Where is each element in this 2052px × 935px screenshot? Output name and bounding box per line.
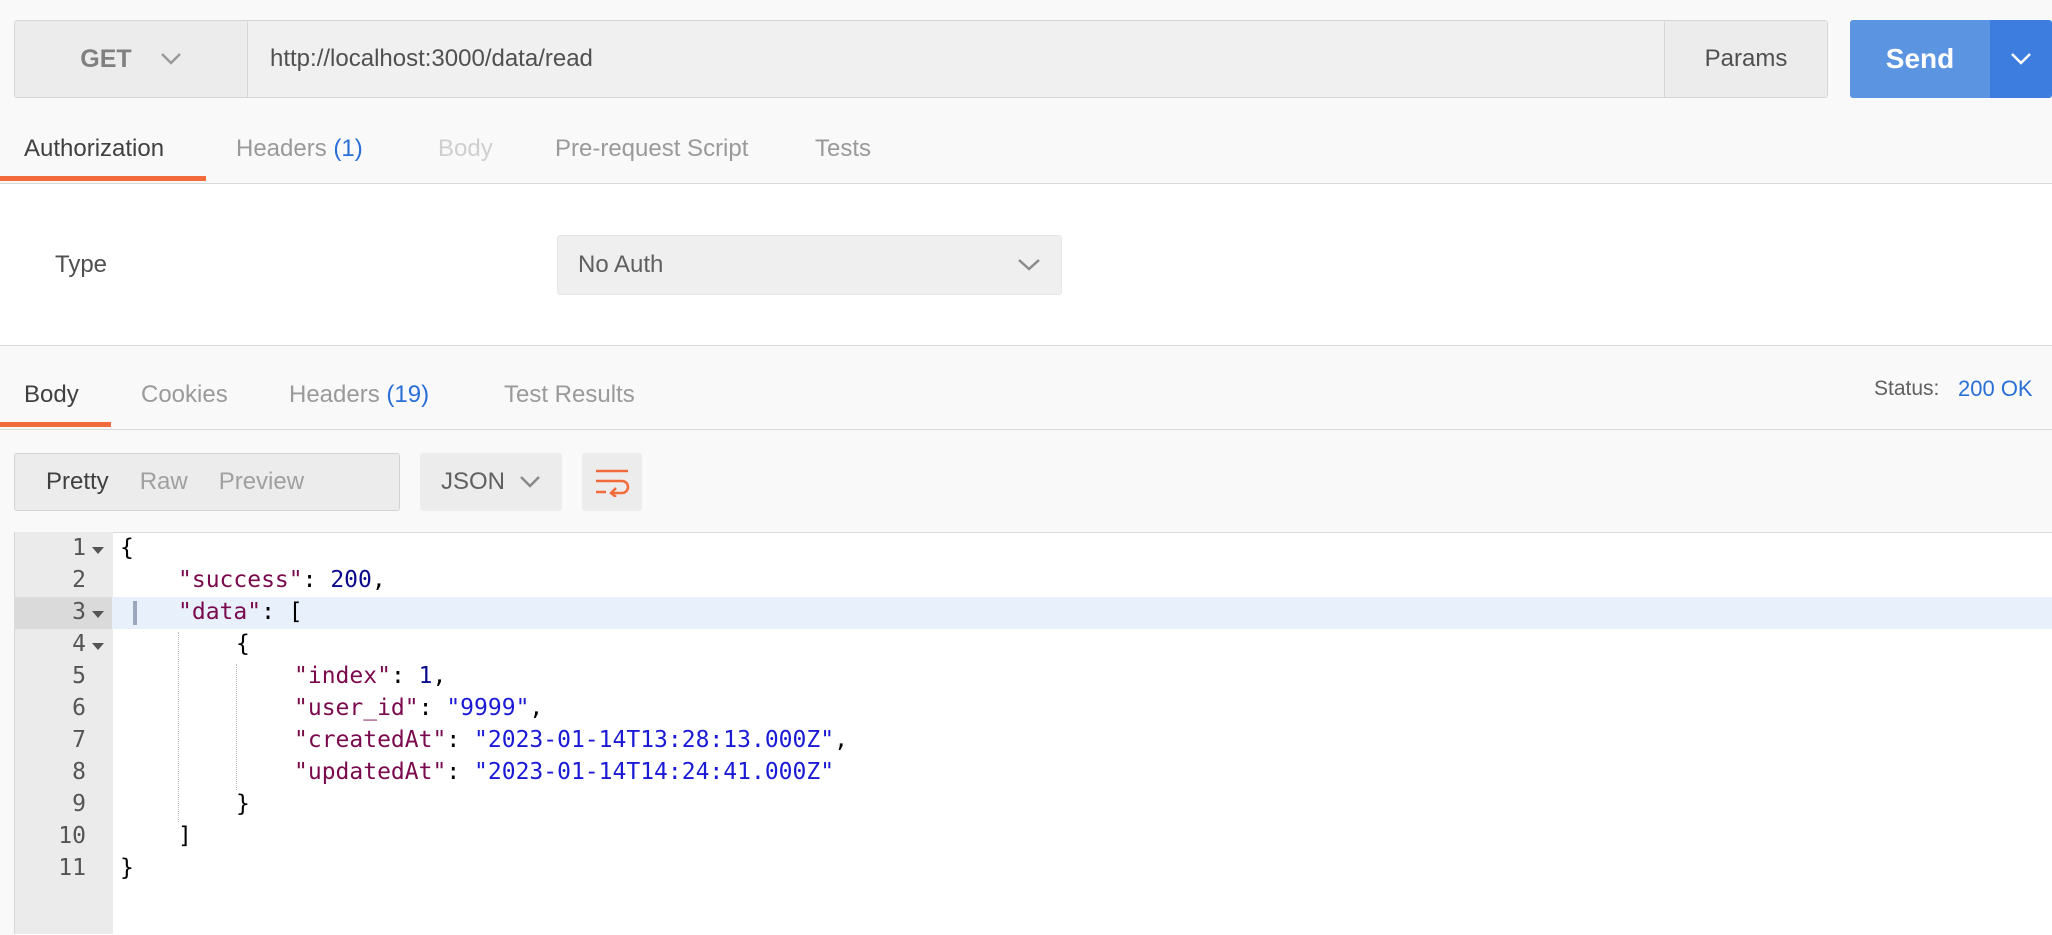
divider [0, 429, 2052, 430]
request-bar: GET http://localhost:3000/data/read Para… [14, 20, 1828, 98]
wrap-lines-button[interactable] [582, 453, 642, 511]
tab-tests[interactable]: Tests [815, 135, 871, 163]
line-number: 8 [72, 759, 86, 785]
url-text: http://localhost:3000/data/read [270, 45, 593, 72]
view-mode-group: Pretty Raw Preview [14, 453, 400, 511]
chevron-down-icon [1018, 259, 1040, 271]
view-pretty-button[interactable]: Pretty [15, 468, 109, 496]
line-number: 4 [72, 631, 86, 657]
tab-label: Cookies [141, 381, 228, 408]
tab-response-body[interactable]: Body [24, 381, 79, 409]
active-tab-underline [0, 176, 206, 181]
method-label: GET [80, 44, 132, 73]
line-number: 6 [72, 695, 86, 721]
status-value: 200 OK [1958, 376, 2033, 401]
line-number: 9 [72, 791, 86, 817]
tab-label: Body [24, 381, 79, 408]
code-line: { [236, 631, 250, 657]
tab-label: Headers [236, 135, 334, 162]
tab-label: Pre-request Script [555, 135, 749, 162]
format-label: JSON [440, 468, 505, 495]
line-number: 1 [72, 535, 86, 561]
params-label: Params [1704, 45, 1788, 72]
send-options-button[interactable] [1990, 20, 2052, 98]
view-preview-button[interactable]: Preview [188, 468, 304, 496]
wrap-lines-icon [596, 469, 630, 497]
headers-count-badge: (1) [333, 135, 363, 162]
method-select[interactable]: GET [15, 21, 248, 97]
code-line: } [120, 855, 134, 881]
tab-pre-request-script[interactable]: Pre-request Script [555, 135, 748, 163]
line-number: 5 [72, 663, 86, 689]
auth-type-select[interactable]: No Auth [557, 235, 1062, 295]
indent-guide [236, 664, 237, 790]
view-raw-button[interactable]: Raw [109, 468, 188, 496]
chevron-down-icon [2011, 53, 2031, 65]
chevron-down-icon [160, 53, 181, 65]
tab-response-headers[interactable]: Headers (19) [289, 381, 429, 409]
status-label: Status: [1874, 377, 1940, 400]
headers-count-badge: (19) [386, 381, 430, 408]
auth-type-value: No Auth [578, 251, 664, 278]
chevron-down-icon [520, 476, 540, 488]
tab-label: Test Results [504, 381, 635, 408]
code-line: "createdAt": "2023-01-14T13:28:13.000Z", [294, 727, 848, 753]
params-button[interactable]: Params [1665, 21, 1827, 97]
line-number: 7 [72, 727, 86, 753]
auth-type-label: Type [55, 251, 108, 278]
tab-authorization[interactable]: Authorization [24, 135, 164, 163]
code-line: "user_id": "9999", [294, 695, 544, 721]
tab-headers[interactable]: Headers (1) [236, 135, 363, 163]
code-line: "index": 1, [294, 663, 447, 689]
format-select[interactable]: JSON [420, 453, 562, 511]
indent-guide [178, 632, 179, 822]
fold-toggle-icon[interactable] [92, 611, 104, 618]
tab-label: Tests [815, 135, 872, 162]
tab-label: Body [438, 135, 493, 162]
tab-label: Authorization [24, 135, 165, 162]
tab-label: Headers [289, 381, 387, 408]
code-line: "success": 200, [178, 567, 386, 593]
tab-test-results[interactable]: Test Results [504, 381, 635, 409]
send-button[interactable]: Send [1850, 20, 1990, 98]
code-line: ] [178, 823, 192, 849]
code-line: "data": [ [178, 599, 303, 625]
active-line-highlight [112, 597, 2052, 629]
fold-toggle-icon[interactable] [92, 547, 104, 554]
send-label: Send [1885, 43, 1955, 74]
line-number: 11 [58, 855, 86, 881]
code-line: "updatedAt": "2023-01-14T14:24:41.000Z" [294, 759, 835, 785]
code-line: } [236, 791, 250, 817]
tab-cookies[interactable]: Cookies [141, 381, 228, 409]
code-line: { [120, 535, 134, 561]
line-number: 3 [72, 599, 86, 625]
line-number: 2 [72, 567, 86, 593]
tab-body[interactable]: Body [438, 135, 493, 163]
active-tab-underline [0, 422, 111, 427]
fold-toggle-icon[interactable] [92, 643, 104, 650]
line-number: 10 [58, 823, 86, 849]
divider [0, 345, 2052, 346]
url-input[interactable]: http://localhost:3000/data/read [248, 21, 1665, 97]
cursor-marker [133, 601, 137, 625]
